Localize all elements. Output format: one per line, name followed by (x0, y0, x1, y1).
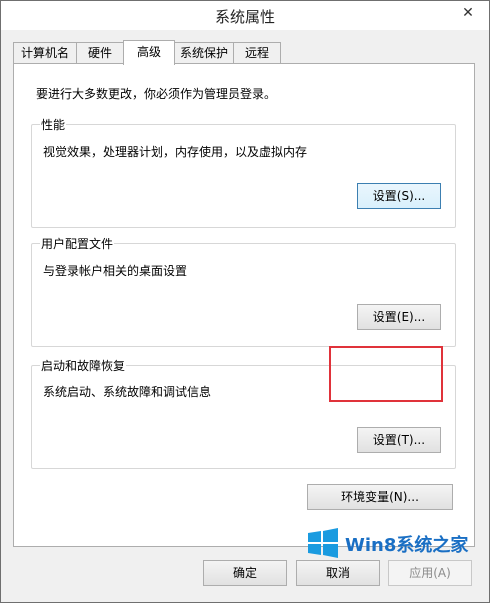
environment-variables-button[interactable]: 环境变量(N)... (307, 484, 453, 510)
performance-group: 性能 视觉效果，处理器计划，内存使用，以及虚拟内存 设置(S)... (31, 116, 456, 228)
title-bar: 系统属性 ✕ (1, 1, 489, 30)
tab-remote[interactable]: 远程 (233, 42, 281, 63)
startup-recovery-description: 系统启动、系统故障和调试信息 (43, 385, 212, 399)
tab-strip: 计算机名 硬件 高级 系统保护 远程 (13, 40, 473, 65)
startup-recovery-title: 启动和故障恢复 (40, 357, 127, 374)
cancel-button[interactable]: 取消 (296, 560, 380, 586)
tab-advanced[interactable]: 高级 (123, 40, 175, 65)
tab-hardware[interactable]: 硬件 (76, 42, 124, 63)
startup-recovery-settings-button[interactable]: 设置(T)... (357, 427, 441, 453)
performance-title: 性能 (40, 116, 67, 133)
apply-button[interactable]: 应用(A) (388, 560, 472, 586)
performance-settings-button[interactable]: 设置(S)... (357, 183, 441, 209)
windows-logo-icon (308, 528, 338, 558)
system-properties-window: 系统属性 ✕ 计算机名 硬件 高级 系统保护 远程 要进行大多数更改，你必须作为… (0, 0, 490, 603)
highlight-box (329, 346, 443, 402)
ok-button[interactable]: 确定 (203, 560, 287, 586)
tab-computer-name[interactable]: 计算机名 (13, 42, 77, 63)
user-profiles-settings-button[interactable]: 设置(E)... (357, 304, 441, 330)
watermark: Win8系统之家 (307, 526, 477, 562)
watermark-text: Win8系统之家 (345, 535, 469, 556)
close-icon[interactable]: ✕ (457, 5, 479, 21)
admin-note: 要进行大多数更改，你必须作为管理员登录。 (36, 87, 277, 101)
window-title: 系统属性 (214, 8, 275, 26)
user-profiles-title: 用户配置文件 (40, 235, 115, 252)
advanced-panel: 要进行大多数更改，你必须作为管理员登录。 性能 视觉效果，处理器计划，内存使用，… (13, 63, 475, 547)
user-profiles-description: 与登录帐户相关的桌面设置 (43, 264, 188, 278)
user-profiles-group: 用户配置文件 与登录帐户相关的桌面设置 设置(E)... (31, 235, 456, 347)
performance-description: 视觉效果，处理器计划，内存使用，以及虚拟内存 (43, 145, 308, 159)
tab-system-protection[interactable]: 系统保护 (174, 42, 234, 63)
